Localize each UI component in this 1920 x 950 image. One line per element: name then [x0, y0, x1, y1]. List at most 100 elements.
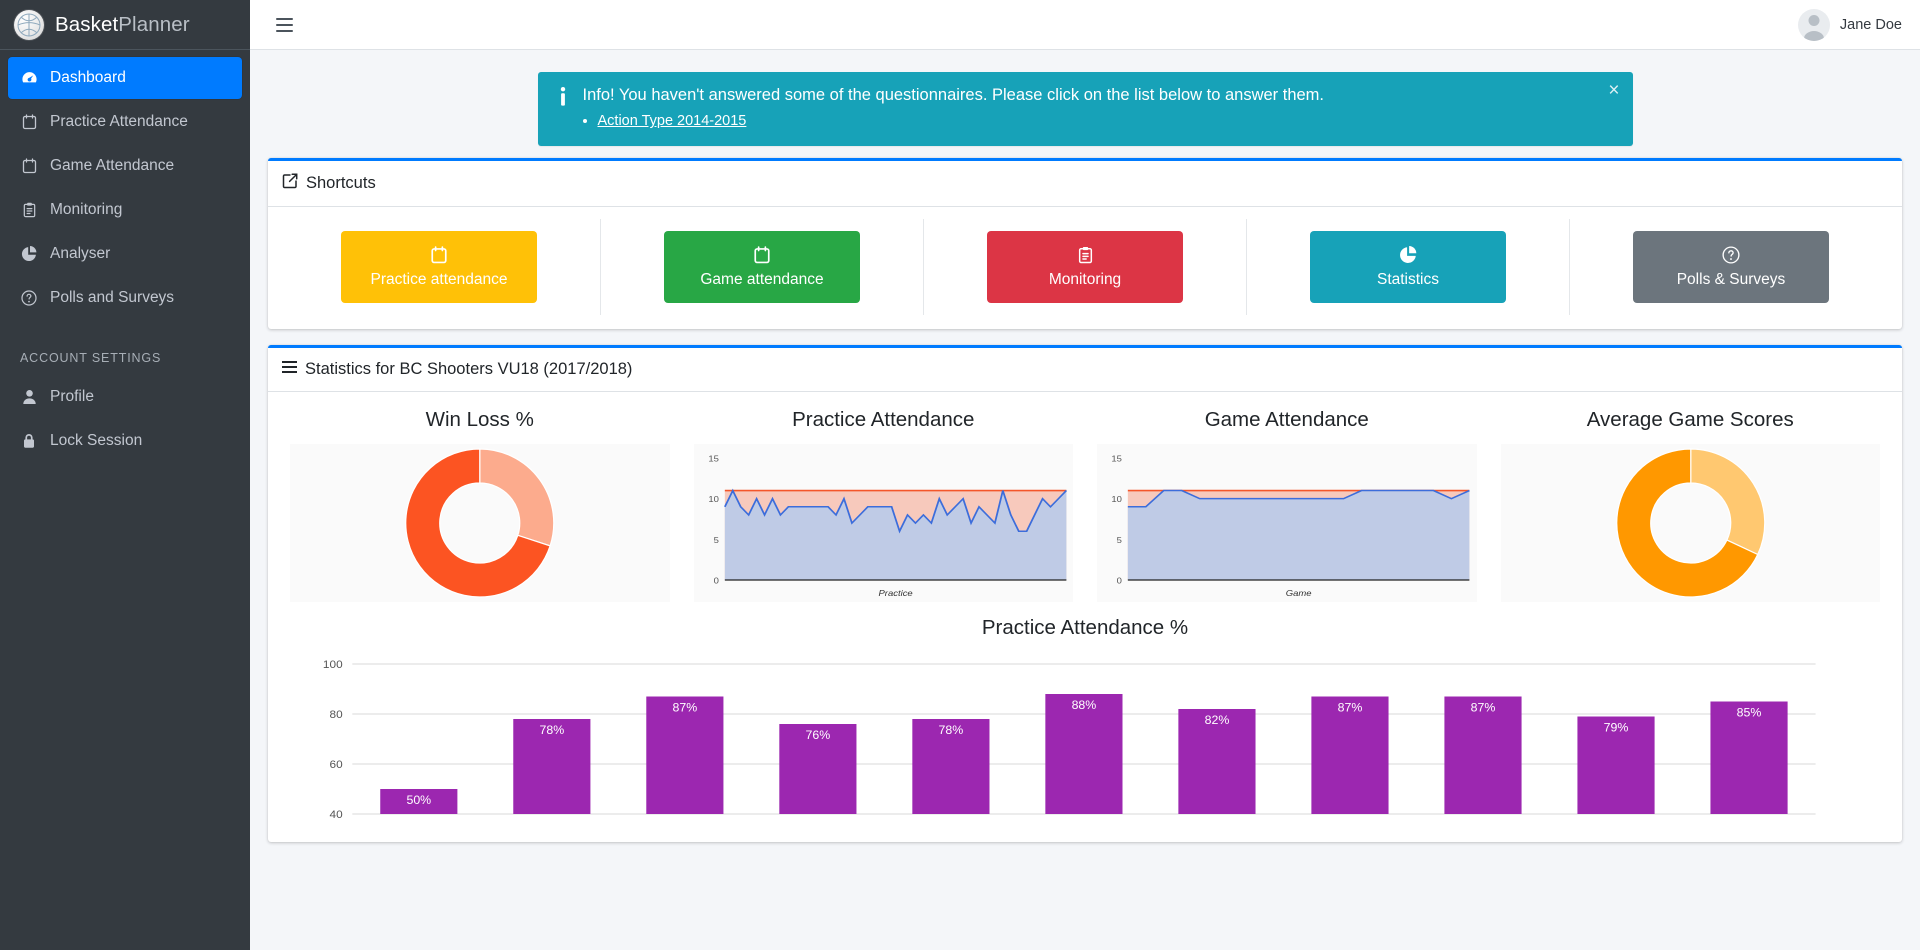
svg-text:87%: 87% — [673, 701, 698, 714]
sidebar-item-polls-and-surveys[interactable]: Polls and Surveys — [8, 277, 242, 319]
alert-link-list: Action Type 2014-2015 — [598, 113, 1617, 129]
statistics-card: Statistics for BC Shooters VU18 (2017/20… — [268, 345, 1902, 843]
user-name: Jane Doe — [1839, 16, 1902, 33]
brand[interactable]: BasketPlanner — [0, 0, 250, 50]
clipboard-icon — [1078, 245, 1093, 265]
svg-text:100: 100 — [323, 660, 343, 672]
alert-head: Info! You haven't answered some of the q… — [554, 85, 1617, 106]
sidebar-item-practice-attendance[interactable]: Practice Attendance — [8, 101, 242, 143]
sidebar-item-analyser[interactable]: Analyser — [8, 233, 242, 275]
sidebar-item-label: Monitoring — [50, 201, 123, 218]
chart-game-attendance: Game Attendance 0 5 10 15 Game — [1085, 404, 1489, 603]
win-loss-donut-chart — [290, 444, 670, 603]
sidebar-item-label: Polls and Surveys — [50, 289, 175, 306]
shortcut-statistics-button[interactable]: Statistics — [1310, 231, 1506, 304]
basketball-icon — [14, 9, 44, 40]
svg-text:50%: 50% — [406, 794, 431, 807]
question-circle-icon — [1722, 245, 1740, 265]
shortcuts-card-header: Shortcuts — [268, 161, 1902, 208]
alert-message: Info! You haven't answered some of the q… — [582, 86, 1325, 104]
external-link-icon — [282, 173, 298, 194]
shortcut-label: Game attendance — [700, 271, 824, 289]
chart-average-game-scores: Average Game Scores — [1489, 404, 1893, 603]
svg-text:87%: 87% — [1471, 701, 1496, 714]
sidebar-item-label: Game Attendance — [50, 157, 175, 174]
chart-title: Practice Attendance % — [981, 616, 1189, 640]
sidebar-item-monitoring[interactable]: Monitoring — [8, 189, 242, 231]
shortcut-cell: Game attendance — [601, 219, 924, 316]
close-icon[interactable]: × — [1608, 81, 1619, 100]
statistics-card-header: Statistics for BC Shooters VU18 (2017/20… — [268, 348, 1902, 393]
user-menu[interactable]: Jane Doe — [1797, 8, 1902, 41]
sidebar-section-header: ACCOUNT SETTINGS — [20, 351, 162, 365]
brand-name-light: Planner — [118, 12, 190, 36]
shortcut-cell: Monitoring — [924, 219, 1247, 316]
topbar: Jane Doe — [250, 0, 1920, 50]
shortcut-cell: Polls & Surveys — [1570, 219, 1892, 315]
chart-title: Average Game Scores — [1586, 408, 1794, 432]
user-icon — [20, 389, 38, 405]
hamburger-icon[interactable] — [272, 14, 297, 36]
chart-practice-attendance: Practice Attendance 0 5 10 15 Practice — [682, 404, 1086, 603]
chart-title: Practice Attendance — [792, 408, 975, 432]
svg-text:5: 5 — [1117, 536, 1122, 545]
svg-text:10: 10 — [708, 495, 719, 504]
dashboard-gauge-icon — [20, 70, 38, 87]
sidebar-item-label: Lock Session — [50, 432, 143, 449]
svg-text:0: 0 — [713, 577, 718, 586]
practice-attendance-percent-bar-chart: 40 60 80 100 50% 78% 87% 76% 78% 88% 82% 87% 87% 79% 8… — [278, 648, 1892, 828]
sidebar-item-lock-session[interactable]: Lock Session — [8, 420, 242, 462]
brand-title: BasketPlanner — [55, 13, 190, 37]
sidebar-nav: Dashboard Practice Attendance Game Atten… — [0, 50, 250, 950]
chart-title: Win Loss % — [425, 408, 534, 432]
svg-text:15: 15 — [708, 455, 719, 464]
avatar-icon — [1797, 8, 1830, 41]
sidebar-item-profile[interactable]: Profile — [8, 376, 242, 418]
calendar-icon — [20, 158, 38, 174]
shortcut-label: Statistics — [1376, 271, 1439, 289]
chart-title: Game Attendance — [1204, 408, 1369, 432]
game-attendance-area-chart: 0 5 10 15 Game — [1097, 444, 1477, 603]
svg-text:85%: 85% — [1737, 706, 1762, 719]
clipboard-icon — [20, 202, 38, 218]
sidebar-item-label: Analyser — [50, 245, 111, 262]
shortcut-practice-attendance-button[interactable]: Practice attendance — [341, 231, 537, 304]
brand-name-bold: Basket — [55, 12, 119, 36]
shortcuts-card: Shortcuts Practice attendance Game atten… — [268, 158, 1902, 330]
shortcut-monitoring-button[interactable]: Monitoring — [987, 231, 1183, 304]
sidebar: BasketPlanner Dashboard Practice Attenda… — [0, 0, 250, 950]
calendar-icon — [754, 245, 770, 265]
svg-text:5: 5 — [713, 536, 718, 545]
average-game-scores-donut-chart — [1500, 444, 1880, 603]
shortcuts-row: Practice attendance Game attendance Moni… — [278, 219, 1892, 316]
svg-text:60: 60 — [330, 760, 343, 772]
shortcut-game-attendance-button[interactable]: Game attendance — [664, 231, 860, 304]
svg-text:79%: 79% — [1604, 721, 1629, 734]
shortcut-label: Monitoring — [1048, 271, 1122, 289]
info-icon — [554, 85, 572, 106]
alert-link[interactable]: Action Type 2014-2015 — [598, 113, 747, 129]
svg-text:78%: 78% — [939, 724, 964, 737]
sidebar-item-dashboard[interactable]: Dashboard — [8, 57, 242, 99]
content: × Info! You haven't answered some of the… — [250, 50, 1920, 950]
main-area: Jane Doe × Info! You haven't answered so… — [250, 0, 1920, 950]
lock-icon — [20, 433, 38, 449]
svg-text:40: 40 — [330, 810, 343, 822]
svg-text:80: 80 — [330, 710, 343, 722]
svg-text:82%: 82% — [1205, 714, 1230, 727]
svg-text:Practice: Practice — [878, 589, 912, 598]
calendar-icon — [20, 114, 38, 130]
svg-text:88%: 88% — [1072, 699, 1097, 712]
info-alert: × Info! You haven't answered some of the… — [537, 72, 1633, 147]
shortcut-cell: Statistics — [1247, 219, 1570, 316]
sidebar-item-game-attendance[interactable]: Game Attendance — [8, 145, 242, 187]
shortcuts-title: Shortcuts — [306, 174, 376, 193]
list-item: Action Type 2014-2015 — [598, 113, 1617, 129]
svg-text:10: 10 — [1111, 495, 1122, 504]
charts-row: Win Loss % Practice Attendance 0 5 10 15 Pra… — [278, 404, 1893, 603]
svg-text:Game: Game — [1286, 589, 1312, 598]
svg-text:76%: 76% — [806, 729, 831, 742]
shortcuts-card-body: Practice attendance Game attendance Moni… — [268, 207, 1902, 329]
svg-text:78%: 78% — [539, 724, 564, 737]
shortcut-polls-surveys-button[interactable]: Polls & Surveys — [1633, 231, 1829, 304]
